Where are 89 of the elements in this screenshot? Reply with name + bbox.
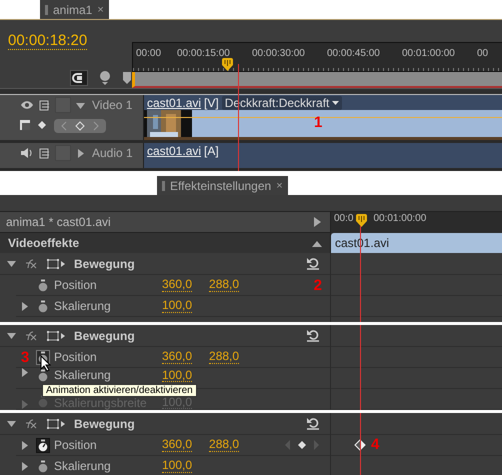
keyframe-icon[interactable]	[37, 120, 49, 132]
motion-icon[interactable]	[46, 330, 66, 342]
sync-lock-icon[interactable]	[39, 100, 50, 110]
ruler-label: 00	[477, 48, 490, 59]
grip-icon	[162, 180, 165, 190]
expand-triangle-icon[interactable]	[76, 100, 85, 110]
clip-name: cast01.avi	[147, 96, 202, 110]
eye-icon[interactable]	[20, 100, 34, 110]
timecode[interactable]: 00:00:18:20	[8, 33, 88, 50]
effect-name: Bewegung	[74, 256, 135, 270]
fx-icon[interactable]	[24, 330, 38, 340]
grip-icon	[45, 4, 48, 14]
ruler-label: 00:01:00:00	[402, 48, 456, 59]
motion-icon[interactable]	[46, 258, 66, 270]
value-field[interactable]: 360,0	[162, 278, 192, 292]
ruler-label: 00:00	[136, 48, 162, 59]
annotation-number: 4	[371, 436, 380, 453]
close-button[interactable]: ×	[276, 180, 283, 192]
collapse-triangle-icon[interactable]	[312, 240, 322, 246]
sync-lock-icon[interactable]	[39, 148, 50, 158]
reset-icon[interactable]	[306, 329, 320, 342]
keyframe-navigator[interactable]	[284, 439, 320, 451]
clip[interactable]: cast01.avi [A]	[143, 143, 502, 168]
annotation-number: 2	[314, 276, 322, 294]
fx-icon[interactable]	[24, 258, 38, 268]
stopwatch-icon[interactable]	[36, 298, 50, 314]
value-field[interactable]: 288,0	[209, 350, 240, 364]
clip-name: cast01.avi	[147, 144, 202, 158]
clip-path: anima1 * cast01.avi	[6, 215, 111, 229]
expand-triangle-icon[interactable]	[76, 148, 85, 158]
reset-icon[interactable]	[306, 257, 320, 270]
value-field[interactable]: 288,0	[209, 438, 240, 452]
annotation-number: 3	[20, 348, 30, 366]
marker-icon[interactable]	[98, 70, 112, 86]
property-name: Position	[54, 278, 98, 292]
snap-icon[interactable]	[70, 70, 88, 86]
expand-triangle-icon[interactable]	[7, 419, 16, 428]
property-name: Skalierung	[54, 369, 112, 381]
play-icon[interactable]	[314, 217, 322, 227]
clip-tag: [V]	[204, 96, 219, 110]
stopwatch-icon[interactable]	[36, 438, 50, 452]
opacity-line[interactable]	[144, 117, 502, 118]
property-name: Position	[54, 350, 98, 364]
value-field[interactable]: 100,0	[162, 369, 192, 382]
value-field[interactable]: 100,0	[162, 299, 192, 313]
effect-name: Bewegung	[74, 328, 135, 342]
playhead-icon[interactable]	[356, 214, 367, 227]
motion-icon[interactable]	[46, 418, 66, 430]
tooltip: Animation aktivieren/deaktivieren	[42, 384, 197, 397]
fx-icon[interactable]	[24, 418, 38, 428]
stopwatch-icon[interactable]	[36, 278, 50, 292]
track-name: Audio 1	[92, 146, 133, 160]
playhead-icon[interactable]	[222, 58, 233, 71]
display-style-icon[interactable]	[20, 120, 32, 132]
ruler-label: 00:00:30:00	[252, 48, 306, 59]
effect-name: Bewegung	[74, 416, 135, 430]
expand-triangle-icon[interactable]	[22, 368, 28, 377]
stopwatch-icon[interactable]	[36, 368, 50, 383]
value-field[interactable]: 360,0	[162, 438, 192, 452]
time-ruler[interactable]: 00:0 00:01:00:00	[331, 212, 502, 233]
expand-triangle-icon[interactable]	[7, 331, 16, 340]
value-field[interactable]: 288,0	[209, 278, 240, 292]
annotation-number: 1	[314, 115, 322, 132]
value-field[interactable]: 100,0	[162, 459, 192, 473]
property-name: Skalierung	[54, 459, 112, 473]
close-button[interactable]: ×	[97, 4, 104, 16]
ruler-label: 00:00:45:00	[327, 48, 381, 59]
effect-controls-tab[interactable]: Effekteinstellungen ×	[157, 176, 288, 195]
clip-tag: [A]	[204, 144, 219, 158]
property-name: Position	[54, 438, 98, 452]
keyframe-navigator[interactable]	[54, 119, 106, 133]
ruler-label: 00:00:15:00	[177, 48, 231, 59]
expand-triangle-icon[interactable]	[22, 462, 28, 470]
expand-triangle-icon[interactable]	[7, 259, 16, 268]
ruler-label: 00:0	[334, 212, 354, 226]
stopwatch-icon[interactable]	[36, 458, 50, 474]
speaker-icon[interactable]	[20, 147, 34, 159]
property-name: Skalierung	[54, 299, 112, 313]
time-ruler[interactable]: 00:00 00:00:15:00 00:00:30:00 00:00:45:00 00:01:00:00 00	[132, 42, 502, 72]
section-title: Videoeffekte	[8, 236, 80, 250]
track-name: Video 1	[92, 98, 132, 112]
value-field[interactable]: 360,0	[162, 350, 192, 364]
expand-triangle-icon[interactable]	[22, 440, 28, 450]
ruler-label: 00:01:00:00	[373, 212, 426, 226]
reset-icon[interactable]	[306, 417, 320, 430]
sequence-tab[interactable]: anima1 ×	[40, 0, 109, 19]
cursor-icon	[40, 355, 51, 372]
expand-triangle-icon[interactable]	[22, 302, 28, 310]
caret-icon	[332, 100, 340, 105]
